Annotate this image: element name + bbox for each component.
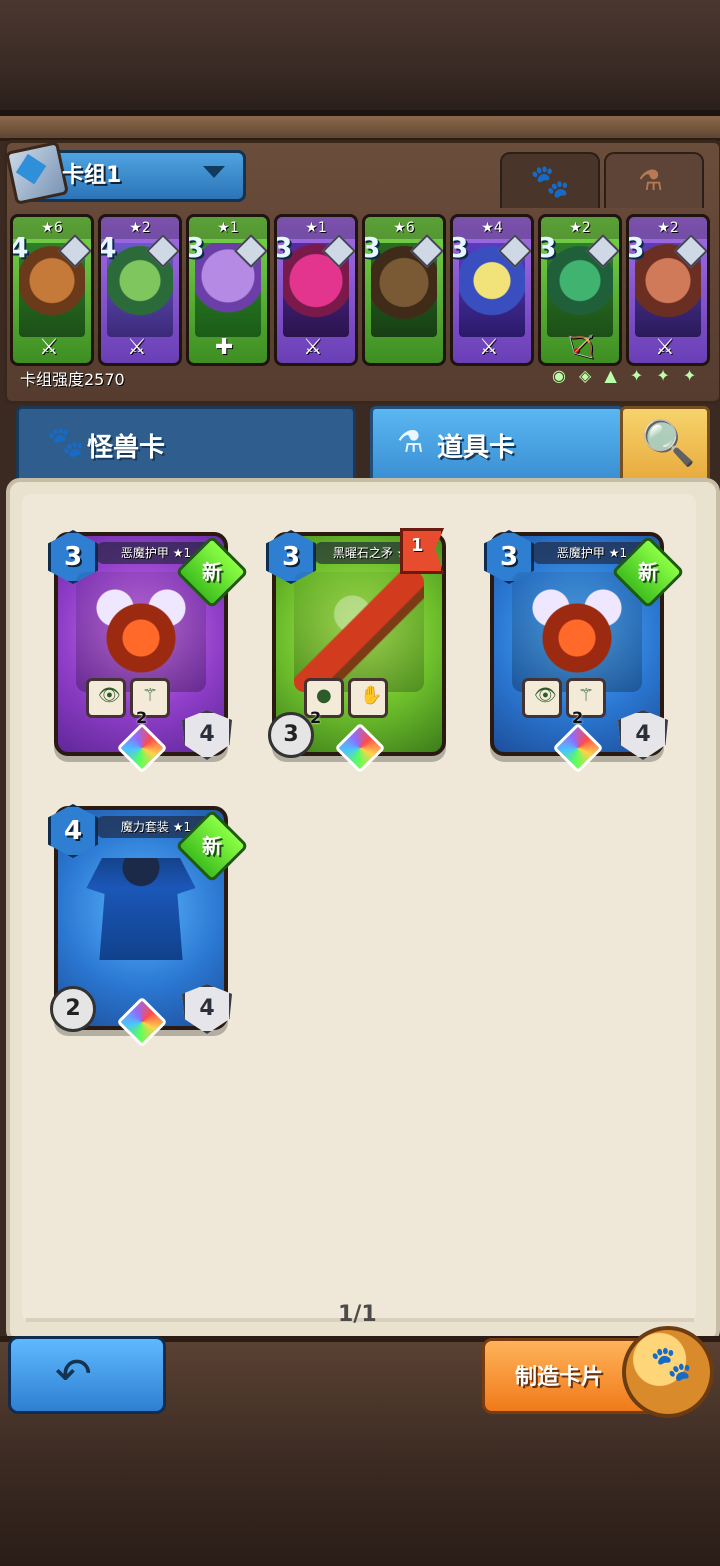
page-indicator: 1/1 (338, 1302, 377, 1327)
deck-card-tool-icon: ⚔ (479, 335, 499, 360)
eye-slot-icon: 👁 (86, 678, 126, 718)
deck-card-6[interactable]: ★4 3 ⚔ (450, 214, 534, 366)
deck-card-8[interactable]: ★2 3 ⚔ (626, 214, 710, 366)
rune-icon: ⚚ (578, 685, 595, 706)
back-arrow-icon: ↶ (55, 1349, 92, 1400)
item-card-demon-armor-2[interactable]: 3 恶魔护甲 ★1 新 👁 ⚚ 2 4 (484, 530, 685, 774)
deck-card-2[interactable]: ★2 4 ⚔ (98, 214, 182, 366)
deck-card-4[interactable]: ★1 3 ⚔ (274, 214, 358, 366)
new-badge-label: 新 (202, 560, 222, 584)
card-art (294, 572, 424, 692)
top-wood-frame (0, 0, 720, 116)
card-cost: 4 (48, 804, 98, 858)
element-icons: ◉ ◈ ▲ ✦ ✦ ✦ (552, 366, 701, 385)
deck-card-cost: 3 (626, 231, 645, 264)
tab-monster-label: 怪兽卡 (87, 433, 166, 463)
deck-card-cost: 3 (450, 231, 469, 264)
damage-value: 3 (268, 712, 314, 758)
hand-slot-icon: ✋ (348, 678, 388, 718)
deck-card-cost: 3 (362, 231, 381, 264)
deck-card-tool-icon: ⚔ (655, 335, 675, 360)
make-card-label: 制造卡片 (515, 1365, 604, 1390)
card-art (76, 572, 206, 692)
tab-item-label: 道具卡 (437, 433, 516, 463)
heal-icon: ✚ (215, 335, 234, 360)
eye-icon: 👁 (98, 685, 121, 706)
deck-card-tool-icon: ⚔ (39, 335, 59, 360)
item-card-demon-armor-1[interactable]: 3 恶魔护甲 ★1 新 👁 ⚚ 2 4 (48, 530, 249, 774)
rune-icon: ⚚ (142, 685, 159, 706)
deck-card-cost: 4 (10, 231, 29, 264)
deck-card-cost: 4 (98, 231, 117, 264)
craft-icon[interactable]: 🐾 (622, 1326, 714, 1418)
potion-icon: ⚗ (638, 164, 664, 197)
green-gem-icon: ● (316, 685, 332, 706)
flag-badge: 1 (400, 528, 444, 574)
deck-card-5[interactable]: ★6 3 (362, 214, 446, 366)
potion-icon: ⚗ (397, 425, 424, 460)
paw-icon: 🐾 (530, 162, 570, 200)
tab-item[interactable]: ⚗ 道具卡 (370, 406, 624, 482)
deck-book-icon (4, 140, 70, 206)
card-art (512, 572, 642, 692)
eye-slot-icon: 👁 (522, 678, 562, 718)
new-badge-label: 新 (638, 560, 658, 584)
top-wood-rail (0, 116, 720, 141)
deck-card-3[interactable]: ★1 3 ✚ (186, 214, 270, 366)
deck-name: 卡组1 (62, 163, 122, 188)
deck-card-7[interactable]: ★2 3 🏹 (538, 214, 622, 366)
new-badge-label: 新 (202, 834, 222, 858)
deck-card-cost: 3 (186, 231, 205, 264)
search-icon: 🔍 (641, 418, 696, 469)
damage-value: 2 (50, 986, 96, 1032)
deck-card-tool-icon: ⚔ (127, 335, 147, 360)
paw-icon: 🐾 (650, 1344, 693, 1384)
paw-icon: 🐾 (47, 425, 85, 460)
search-button[interactable]: 🔍 (620, 406, 710, 486)
tab-monster[interactable]: 🐾 怪兽卡 (16, 406, 356, 482)
eye-icon: 👁 (534, 685, 557, 706)
chevron-down-icon[interactable] (203, 166, 225, 178)
bow-icon: 🏹 (567, 335, 595, 360)
back-button[interactable]: ↶ (8, 1336, 166, 1414)
deck-card-tool-icon: ⚔ (303, 335, 323, 360)
card-art (86, 858, 196, 960)
tab-monster-top[interactable]: 🐾 (500, 152, 600, 208)
deck-card-cost: 3 (538, 231, 557, 264)
item-card-obsidian-spear[interactable]: 3 黑曜石之矛 ★2 1 ● ✋ 2 3 (266, 528, 446, 774)
flag-number: 1 (411, 535, 424, 556)
deck-card-1[interactable]: ★6 4 ⚔ (10, 214, 94, 366)
item-card-mana-suit[interactable]: 4 魔力套装 ★1 新 2 4 (48, 804, 249, 1048)
deck-strength: 卡组强度2570 (20, 370, 125, 389)
deck-card-cost: 3 (274, 231, 293, 264)
hand-icon: ✋ (360, 685, 383, 706)
tab-item-top[interactable]: ⚗ (604, 152, 704, 208)
